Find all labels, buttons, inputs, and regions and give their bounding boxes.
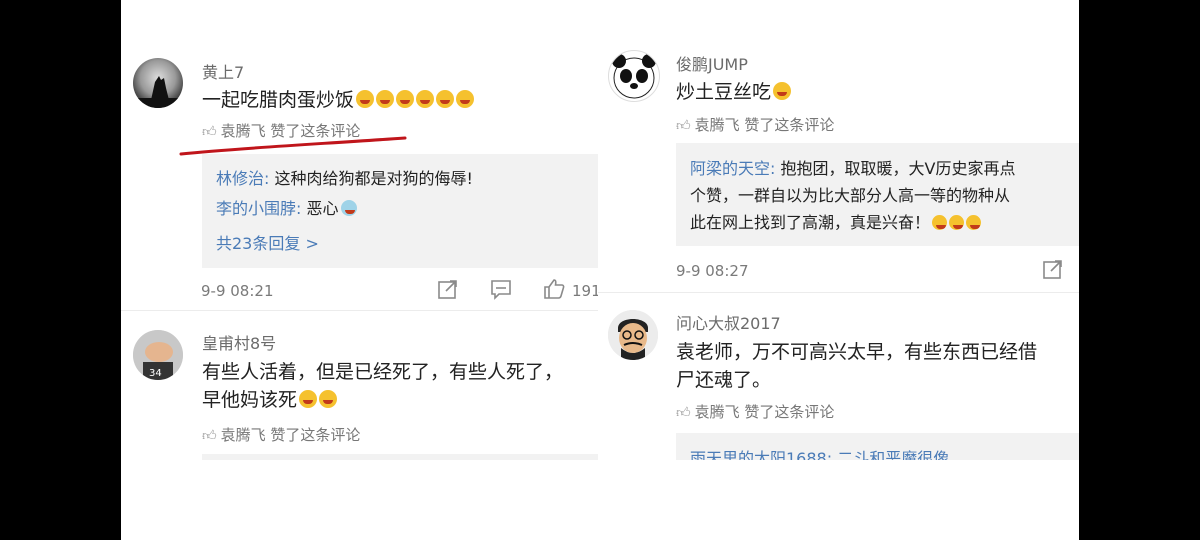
more-replies-link[interactable]: 共23条回复 > <box>216 230 319 254</box>
comment-text-body: 炒土豆丝吃 <box>676 81 772 103</box>
svg-text:34: 34 <box>149 368 162 379</box>
emoji-icon <box>340 200 357 216</box>
avatar-panda[interactable] <box>608 50 660 102</box>
thumbs-up-icon: 👍︎ <box>202 428 217 444</box>
liked-by-text: 袁腾飞 赞了这条评论 <box>694 403 835 421</box>
like-count: 191 <box>572 282 599 300</box>
emoji-icon <box>376 90 395 108</box>
reply-username[interactable]: 李的小围脖: <box>216 199 301 218</box>
comment-username[interactable]: 问心大叔2017 <box>676 310 781 334</box>
emoji-icon <box>396 90 415 108</box>
emoji-icon <box>773 82 792 100</box>
reply-text-line: 个赞，一群自以为比大部分人高一等的物种从 <box>690 186 1011 205</box>
reply-item[interactable]: 李的小围脖: 恶心 <box>216 198 357 220</box>
comment-text: 一起吃腊肉蛋炒饭 <box>202 86 475 114</box>
emoji-icon <box>416 90 435 108</box>
emoji-icon <box>949 215 965 230</box>
emoji-icon <box>932 215 948 230</box>
avatar-hands[interactable]: 34 <box>133 330 183 380</box>
emoji-icon <box>299 390 318 408</box>
comment-divider <box>121 310 599 311</box>
comment-icon[interactable] <box>490 278 512 305</box>
comment-text-line: 袁老师，万不可高兴太早，有些东西已经借 <box>676 341 1038 363</box>
comment-divider <box>598 292 1079 293</box>
thumbs-up-icon: 👍︎ <box>676 118 691 134</box>
comment-text-body: 一起吃腊肉蛋炒饭 <box>202 89 355 111</box>
liked-by-text: 袁腾飞 赞了这条评论 <box>220 426 361 444</box>
screenshot-stage: 黄上7 一起吃腊肉蛋炒饭 👍︎ 袁腾飞 赞了这条评论 林修治: 这种肉给狗都是对狗… <box>121 0 1079 540</box>
reply-text: 恶心 <box>301 199 339 218</box>
reply-text: 抱抱团，取取暖，大V历史家再点 <box>775 159 1016 178</box>
bottom-blank <box>121 460 1079 540</box>
reply-text: 这种肉给狗都是对狗的侮辱! <box>269 169 473 188</box>
share-icon[interactable] <box>1042 258 1064 285</box>
avatar-cartoon-man[interactable] <box>608 310 658 360</box>
liked-by-line: 👍︎ 袁腾飞 赞了这条评论 <box>676 114 834 135</box>
avatar-wolf[interactable] <box>133 58 183 108</box>
panda-icon <box>612 54 656 99</box>
comment-timestamp: 9-9 08:21 <box>201 282 274 300</box>
comment-text-line: 尸还魂了。 <box>676 369 772 391</box>
reply-item[interactable]: 阿梁的天空: 抱抱团，取取暖，大V历史家再点 <box>690 158 1015 180</box>
reply-text: 此在网上找到了高潮，真是兴奋！ <box>690 213 931 232</box>
like-icon[interactable] <box>542 277 566 306</box>
wolf-icon <box>133 76 183 108</box>
comment-username[interactable]: 皇甫村8号 <box>202 330 276 354</box>
cartoon-man-icon <box>608 310 658 360</box>
emoji-icon <box>966 215 982 230</box>
comment-text-body: 早他妈该死 <box>202 389 298 411</box>
emoji-icon <box>436 90 455 108</box>
comment-text: 炒土豆丝吃 <box>676 78 792 106</box>
comment-timestamp: 9-9 08:27 <box>676 262 749 280</box>
reply-username[interactable]: 阿梁的天空: <box>690 159 775 178</box>
liked-by-line: 👍︎ 袁腾飞 赞了这条评论 <box>676 401 834 422</box>
emoji-icon <box>319 390 338 408</box>
emoji-icon <box>356 90 375 108</box>
reply-text-line: 此在网上找到了高潮，真是兴奋！ <box>690 212 982 234</box>
liked-by-line: 👍︎ 袁腾飞 赞了这条评论 <box>202 424 360 445</box>
left-comment-panel: 黄上7 一起吃腊肉蛋炒饭 👍︎ 袁腾飞 赞了这条评论 林修治: 这种肉给狗都是对狗… <box>121 40 599 460</box>
reply-item[interactable]: 林修治: 这种肉给狗都是对狗的侮辱! <box>216 168 473 190</box>
comment-username[interactable]: 俊鹏JUMP <box>676 51 748 75</box>
reply-username[interactable]: 林修治: <box>216 169 269 188</box>
share-icon[interactable] <box>437 278 459 305</box>
comment-username[interactable]: 黄上7 <box>202 59 244 83</box>
right-comment-panel: 俊鹏JUMP 炒土豆丝吃 👍︎ 袁腾飞 赞了这条评论 阿梁的天空: 抱抱团，取取暖… <box>598 38 1079 460</box>
comment-text-line: 有些人活着，但是已经死了，有些人死了， <box>202 361 564 383</box>
thumbs-up-icon: 👍︎ <box>676 405 691 421</box>
hands-photo-icon: 34 <box>133 330 183 380</box>
comment-text-line: 早他妈该死 <box>202 386 338 414</box>
reply-item-partial[interactable]: 雨天里的太阳1688: 二斗和恶魔很像 <box>690 448 949 460</box>
liked-by-text: 袁腾飞 赞了这条评论 <box>694 116 835 134</box>
emoji-icon <box>456 90 475 108</box>
